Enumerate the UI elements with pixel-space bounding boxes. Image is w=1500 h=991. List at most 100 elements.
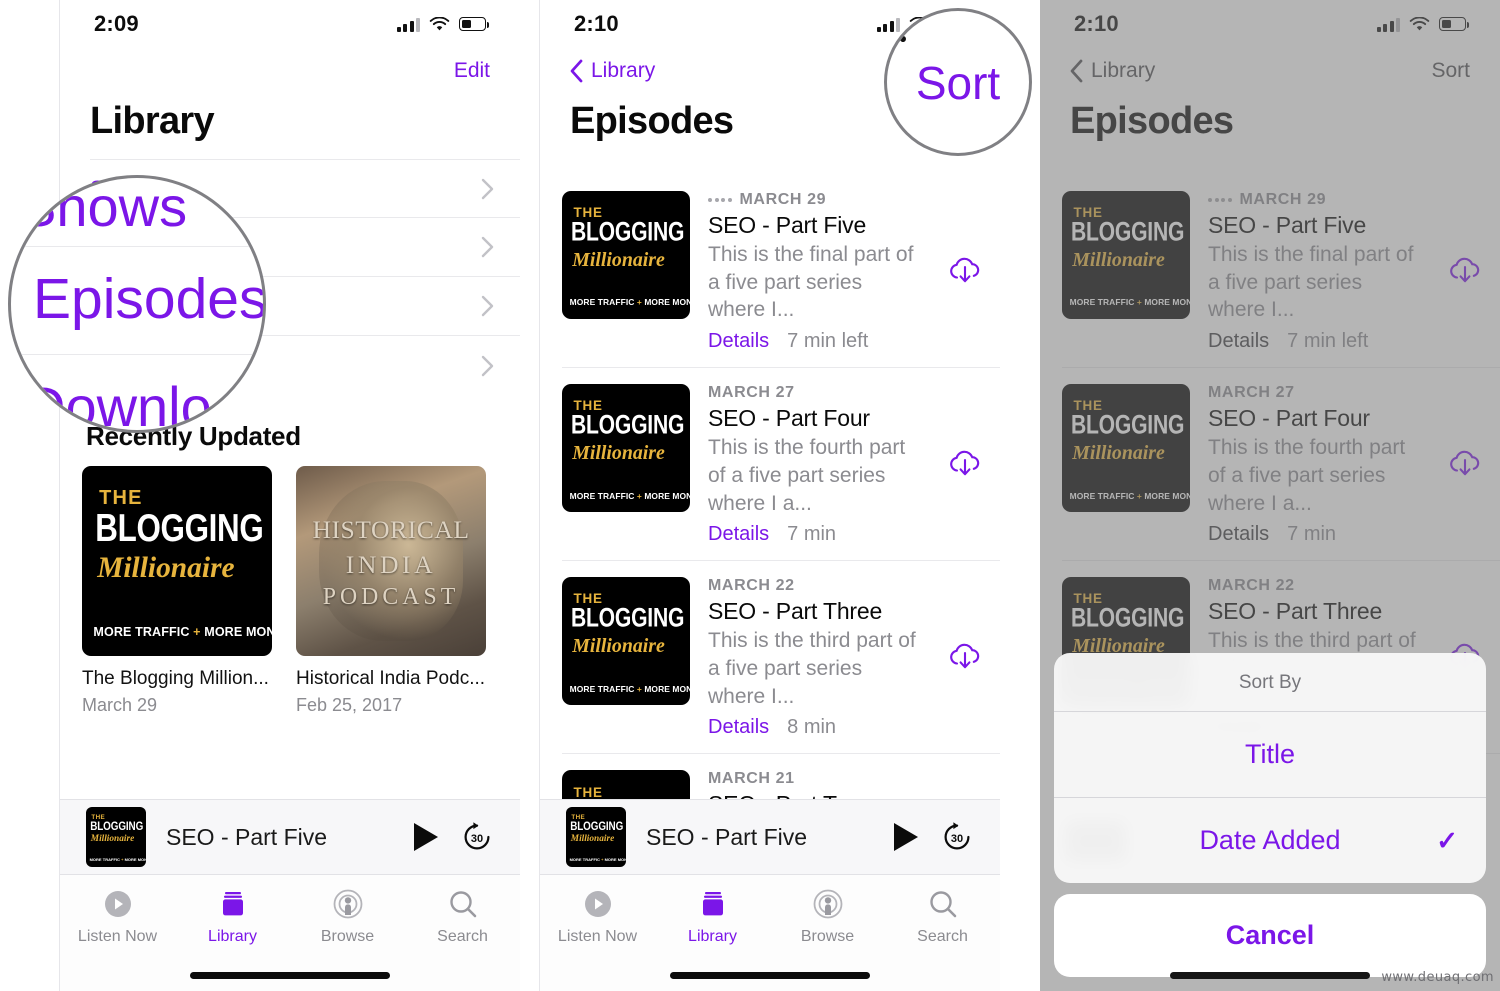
artwork-main-text: BLOGGING xyxy=(95,505,264,550)
library-icon xyxy=(222,892,243,916)
episode-date: MARCH 27 xyxy=(708,384,795,402)
artwork-main-text: BLOGGING xyxy=(570,217,685,247)
magnifier-episodes-callout: Shows Episodes Downlo xyxy=(8,175,266,433)
artwork-main-text: BLOGGING xyxy=(90,819,144,834)
tab-browse[interactable]: Browse xyxy=(770,887,885,946)
tab-search[interactable]: Search xyxy=(405,887,520,946)
edit-button[interactable]: Edit xyxy=(454,59,490,83)
mini-player[interactable]: THE BLOGGING Millionaire MORE TRAFFIC + … xyxy=(60,799,520,874)
episode-date: MARCH 29 xyxy=(739,191,827,208)
episode-row[interactable]: THE BLOGGING Millionaire MORE TRAFFIC + … xyxy=(562,754,1000,799)
search-icon xyxy=(929,891,956,918)
sort-option-title[interactable]: Title xyxy=(1054,712,1486,798)
episode-meta: Details 7 min xyxy=(708,523,920,546)
skip-forward-30-button[interactable]: 30 xyxy=(460,820,494,854)
episode-artwork: THE BLOGGING Millionaire MORE TRAFFIC + … xyxy=(562,770,690,799)
chevron-right-icon xyxy=(481,295,494,317)
phone-screen-library: 2:09 Edit Library Shows Episode xyxy=(60,0,520,991)
skip-forward-30-icon: 30 xyxy=(464,822,490,850)
tab-label: Search xyxy=(917,928,968,945)
tab-listen-now[interactable]: Listen Now xyxy=(60,887,175,946)
podcast-card-historical-india[interactable]: HISTORICAL INDIA PODCAST Historical Indi… xyxy=(296,466,486,716)
magnified-shows-label: Shows xyxy=(19,175,188,238)
episode-body: MARCH 27 SEO - Part Four This is the fou… xyxy=(708,384,928,546)
artwork-script-text: Millionaire xyxy=(97,551,235,584)
podcast-card-blogging-millionaire[interactable]: THE BLOGGING Millionaire MORE TRAFFIC + … xyxy=(82,466,272,716)
episode-row[interactable]: THE BLOGGING Millionaire MORE TRAFFIC + … xyxy=(562,561,1000,755)
episode-date: MARCH 22 xyxy=(708,577,795,595)
download-cloud-icon xyxy=(950,450,980,475)
status-time: 2:09 xyxy=(94,11,139,36)
tab-bar: Listen Now Library Browse Search xyxy=(540,874,1000,991)
library-icon xyxy=(702,892,723,916)
episode-date-row: MARCH 22 xyxy=(708,577,920,595)
podcast-artwork-blogging-millionaire: THE BLOGGING Millionaire MORE TRAFFIC + … xyxy=(82,466,272,656)
episode-meta: Details 7 min left xyxy=(708,330,920,353)
wifi-icon xyxy=(429,16,450,30)
magnified-sort-label: Sort xyxy=(915,57,1001,109)
play-icon xyxy=(894,823,918,851)
tab-label: Browse xyxy=(320,928,375,945)
podcast-artwork-historical-india: HISTORICAL INDIA PODCAST xyxy=(296,466,486,656)
download-button[interactable] xyxy=(946,639,1000,678)
artwork-line-3: PODCAST xyxy=(322,583,460,610)
mini-player-artwork: THE BLOGGING Millionaire MORE TRAFFIC + … xyxy=(86,807,146,867)
tab-browse[interactable]: Browse xyxy=(290,887,405,946)
episode-date-row: MARCH 29 xyxy=(708,191,920,209)
episodes-list: THE BLOGGING Millionaire MORE TRAFFIC + … xyxy=(540,175,1000,799)
magnifier-sort-callout: Sort xyxy=(884,8,1032,156)
skip-forward-30-button[interactable]: 30 xyxy=(940,820,974,854)
gutter-1 xyxy=(520,0,540,991)
tab-label: Listen Now xyxy=(77,928,158,945)
episode-title: SEO - Part Three xyxy=(708,598,883,625)
episode-body: MARCH 21 SEO - Part Two This is the seco… xyxy=(708,770,928,799)
sort-option-label: Date Added xyxy=(1199,825,1341,855)
tab-label: Library xyxy=(208,928,257,945)
episode-artwork: THE BLOGGING Millionaire MORE TRAFFIC + … xyxy=(562,577,690,739)
artwork-main-text: BLOGGING xyxy=(570,819,624,834)
status-icons xyxy=(396,16,490,32)
page-title: Library xyxy=(90,100,215,142)
phone-screen-sort-sheet: 2:10 Library Sort Episodes xyxy=(1040,0,1500,991)
chevron-right-icon xyxy=(481,236,494,258)
artwork-script-text: Millionaire xyxy=(572,441,665,464)
sort-option-date-added[interactable]: Date Added ✓ xyxy=(1054,798,1486,883)
mini-player[interactable]: THE BLOGGING Millionaire MORE TRAFFIC + … xyxy=(540,799,1000,874)
tab-listen-now[interactable]: Listen Now xyxy=(540,887,655,946)
sort-option-label: Title xyxy=(1244,739,1295,769)
battery-icon xyxy=(459,17,490,31)
artwork-subtitle-text: MORE TRAFFIC + MORE MONEY xyxy=(569,856,626,862)
artwork-subtitle-text: MORE TRAFFIC + MORE MONEY xyxy=(569,490,690,501)
episode-meta: Details 8 min xyxy=(708,716,920,739)
tab-label: Library xyxy=(688,928,737,945)
artwork-subtitle-text: MORE TRAFFIC + MORE MONEY xyxy=(89,856,146,862)
episode-row[interactable]: THE BLOGGING Millionaire MORE TRAFFIC + … xyxy=(562,175,1000,369)
listen-now-icon xyxy=(104,891,131,917)
svg-text:30: 30 xyxy=(471,833,483,845)
download-cloud-icon xyxy=(950,643,980,669)
episode-details-link[interactable]: Details xyxy=(708,523,769,546)
tab-search[interactable]: Search xyxy=(885,887,1000,946)
home-indicator xyxy=(190,972,390,979)
tab-library[interactable]: Library xyxy=(655,887,770,946)
play-button[interactable] xyxy=(412,822,440,852)
mini-player-title: SEO - Part Five xyxy=(646,823,808,850)
episode-title: SEO - Part Five xyxy=(708,212,867,238)
tab-library[interactable]: Library xyxy=(175,887,290,946)
download-button[interactable] xyxy=(946,446,1000,485)
episode-description: This is the final part of a five part se… xyxy=(708,243,914,322)
artwork-subtitle-text: MORE TRAFFIC + MORE MONEY xyxy=(569,297,690,308)
episode-duration: 7 min left xyxy=(787,330,869,353)
episode-row[interactable]: THE BLOGGING Millionaire MORE TRAFFIC + … xyxy=(562,368,1000,562)
podcast-card-date: March 29 xyxy=(82,695,158,715)
episode-details-link[interactable]: Details xyxy=(708,716,769,739)
episode-details-link[interactable]: Details xyxy=(708,330,769,353)
screenshot-root: 2:09 Edit Library Shows Episode xyxy=(0,0,1500,991)
episode-artwork: THE BLOGGING Millionaire MORE TRAFFIC + … xyxy=(562,384,690,546)
status-bar: 2:09 xyxy=(60,0,520,48)
play-button[interactable] xyxy=(892,822,920,852)
cancel-button[interactable]: Cancel xyxy=(1054,894,1486,977)
download-button[interactable] xyxy=(946,253,1000,292)
artwork-script-text: Millionaire xyxy=(572,248,665,271)
episode-date: MARCH 21 xyxy=(708,770,795,788)
